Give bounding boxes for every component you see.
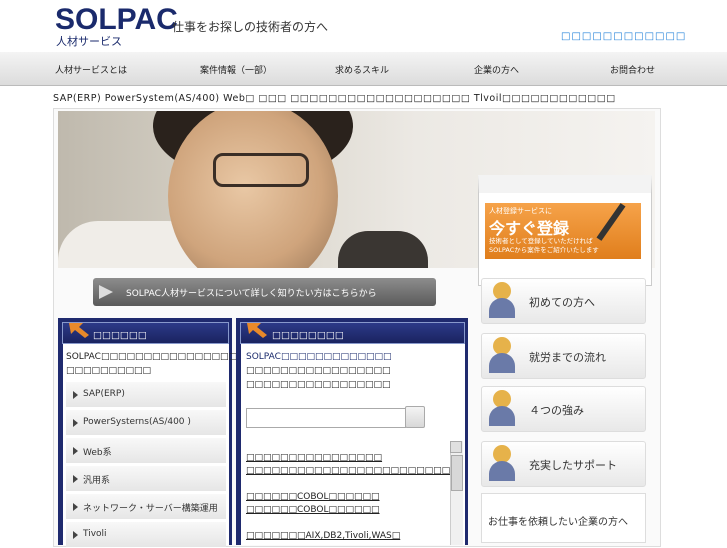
company-request-label: お仕事を依頼したい企業の方へ — [488, 517, 628, 528]
company-request-link[interactable]: お仕事を依頼したい企業の方へ — [481, 493, 646, 543]
category-label: ネットワーク・サーバー構築運用 — [83, 504, 218, 514]
scroll-up-icon[interactable] — [450, 441, 462, 453]
person-icon — [489, 390, 515, 426]
more-info-label: SOLPAC人材サービスについて詳しく知りたい方はこちらから — [126, 289, 377, 299]
scroll-thumb[interactable] — [451, 455, 463, 491]
side-button-support[interactable]: 充実したサポート — [481, 441, 646, 487]
hero-face — [168, 111, 338, 268]
job-link[interactable]: □□□□□□□AIX,DB2,Tivoli,WAS□ — [246, 530, 446, 543]
site-tagline: 仕事をお探しの技術者の方へ — [172, 20, 329, 34]
job-search-intro-line: SOLPAC□□□□□□□□□□□□□ — [246, 352, 392, 362]
side-button-label: 充実したサポート — [529, 459, 617, 472]
category-intro-line: SOLPAC□□□□□□□□□□□□□□□□□ — [66, 352, 246, 362]
category-item[interactable]: 汎用系 — [66, 466, 226, 492]
category-item[interactable]: PowerSysterns(AS/400 ) — [66, 410, 226, 436]
register-note-line: 技術者として登録していただければ — [489, 237, 593, 245]
person-icon — [489, 282, 515, 318]
category-panel-title: □□□□□□ — [93, 330, 147, 341]
job-search-intro-line: □□□□□□□□□□□□□□□□□ — [246, 380, 391, 390]
side-button-strengths[interactable]: ４つの強み — [481, 386, 646, 432]
nav-item-skills[interactable]: 求めるスキル — [335, 63, 389, 76]
search-button[interactable] — [405, 406, 425, 428]
job-link[interactable]: □□□□□□□□□□□□□□□□ — [246, 452, 446, 465]
top-right-link[interactable]: □□□□□□□□□□□□ — [561, 31, 686, 42]
arrow-down-right-icon — [69, 323, 89, 338]
triangle-right-icon — [73, 447, 78, 455]
register-note-line: SOLPACから案件をご紹介いたします — [489, 246, 599, 254]
nav-item-contact[interactable]: お問合わせ — [610, 63, 655, 76]
category-item[interactable]: SAP(ERP) — [66, 382, 226, 408]
triangle-right-icon — [73, 531, 78, 539]
side-button-label: 就労までの流れ — [529, 351, 606, 364]
header: SOLPAC 人材サービス 仕事をお探しの技術者の方へ □□□□□□□□□□□□ — [0, 0, 727, 52]
category-item[interactable]: ネットワーク・サーバー構築運用 — [66, 494, 226, 520]
list-item[interactable]: □□□□□□□□□□□□□□□□ □□□□□□□□□□□□□□□□□□□□□□□… — [246, 452, 450, 478]
person-icon — [489, 337, 515, 373]
side-button-label: ４つの強み — [529, 404, 584, 417]
person-icon — [489, 445, 515, 481]
job-search-panel-title: □□□□□□□□ — [272, 330, 344, 341]
category-label: Tivoli — [83, 529, 107, 539]
category-label: Web系 — [83, 448, 112, 458]
main-nav: 人材サービスとは 案件情報（一部） 求めるスキル 企業の方へ お問合わせ — [0, 52, 727, 86]
logo[interactable]: SOLPAC — [55, 3, 178, 37]
hero-glasses — [213, 153, 309, 187]
triangle-right-icon — [73, 391, 78, 399]
hero-jacket — [338, 231, 428, 268]
job-link[interactable]: □□□□□□□□□□□□□□□□□□□□□□□□ — [246, 465, 450, 478]
triangle-right-icon — [73, 419, 78, 427]
triangle-right-icon — [73, 503, 78, 511]
triangle-right-icon — [73, 475, 78, 483]
job-search-intro: SOLPAC□□□□□□□□□□□□□ □□□□□□□□□□□□□□□□□ □□… — [246, 350, 461, 392]
job-link[interactable]: □□□□□□COBOL□□□□□□ — [246, 491, 446, 504]
job-search-input[interactable] — [246, 408, 406, 428]
job-link[interactable]: □□□□□□COBOL□□□□□□ — [246, 504, 446, 517]
register-note: 技術者として登録していただければ SOLPACから案件をご紹介いたします — [489, 237, 599, 255]
job-search-intro-line: □□□□□□□□□□□□□□□□□ — [246, 366, 391, 376]
category-intro: SOLPAC□□□□□□□□□□□□□□□□□ □□□□□□□□□□ — [66, 350, 246, 378]
arrow-right-icon — [99, 285, 113, 299]
list-item[interactable]: □□□□□□□AIX,DB2,Tivoli,WAS□ — [246, 530, 446, 543]
side-button-flow[interactable]: 就労までの流れ — [481, 333, 646, 379]
page-subtitle: SAP(ERP) PowerSystem(AS/400) Web□ □□□ □□… — [53, 93, 616, 104]
list-item[interactable]: □□□□□□COBOL□□□□□□ □□□□□□COBOL□□□□□□ — [246, 491, 446, 517]
nav-item-companies[interactable]: 企業の方へ — [474, 63, 519, 76]
category-item[interactable]: Web系 — [66, 438, 226, 464]
category-intro-line: □□□□□□□□□□ — [66, 366, 152, 376]
logo-subtitle: 人材サービス — [56, 35, 122, 48]
nav-item-jobs[interactable]: 案件情報（一部） — [200, 63, 272, 76]
job-list: □□□□□□□□□□□□□□□□ □□□□□□□□□□□□□□□□□□□□□□□… — [246, 452, 450, 543]
category-label: PowerSysterns(AS/400 ) — [83, 417, 191, 427]
side-button-label: 初めての方へ — [529, 296, 595, 309]
nav-item-service[interactable]: 人材サービスとは — [55, 63, 127, 76]
category-label: 汎用系 — [83, 476, 111, 486]
category-label: SAP(ERP) — [83, 389, 125, 399]
more-info-button[interactable]: SOLPAC人材サービスについて詳しく知りたい方はこちらから — [93, 278, 436, 306]
side-button-first-time[interactable]: 初めての方へ — [481, 278, 646, 324]
arrow-down-right-icon — [247, 323, 267, 338]
register-heading: 今すぐ登録 — [489, 219, 570, 238]
category-item[interactable]: Tivoli — [66, 522, 226, 548]
